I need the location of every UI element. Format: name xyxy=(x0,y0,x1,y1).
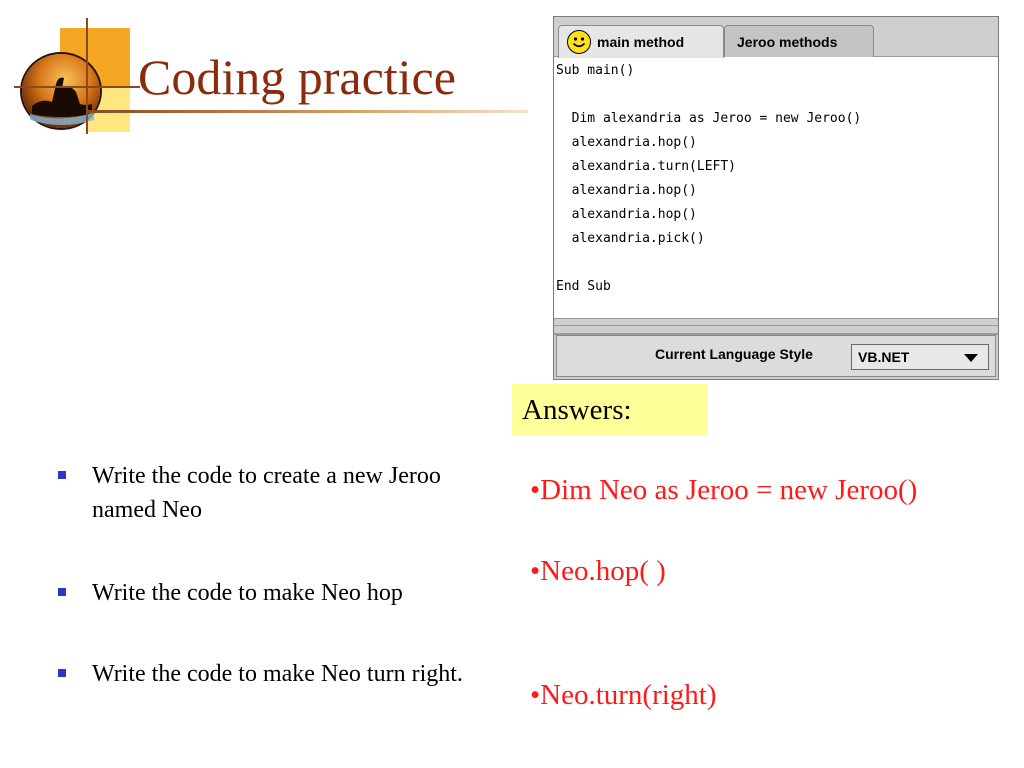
language-style-select[interactable]: VB.NET xyxy=(851,344,989,370)
answer-text: •Neo.hop( ) xyxy=(530,555,666,587)
tab-label: main method xyxy=(597,34,685,50)
code-line: Sub main() xyxy=(556,63,635,78)
code-line: alexandria.hop() xyxy=(556,135,697,150)
tab-jeroo-methods[interactable]: Jeroo methods xyxy=(724,25,874,57)
slide-logo xyxy=(0,0,140,140)
slide-title: Coding practice xyxy=(138,49,456,105)
language-style-value: VB.NET xyxy=(858,349,910,365)
code-line: alexandria.hop() xyxy=(556,207,697,222)
pane-divider[interactable] xyxy=(554,319,998,335)
square-bullet-icon xyxy=(58,588,66,596)
title-underline xyxy=(88,110,528,113)
square-bullet-icon xyxy=(58,669,66,677)
editor-tab-bar: main method Jeroo methods xyxy=(554,17,998,58)
answers-header-box: Answers: xyxy=(512,384,708,436)
code-line: alexandria.hop() xyxy=(556,183,697,198)
jeroo-editor-window: main method Jeroo methods Sub main() Dim… xyxy=(553,16,999,380)
question-text: Write the code to make Neo turn right. xyxy=(92,661,463,687)
divider-groove xyxy=(554,325,998,326)
code-editor[interactable]: Sub main() Dim alexandria as Jeroo = new… xyxy=(554,57,998,319)
code-line: alexandria.pick() xyxy=(556,231,705,246)
tab-label: Jeroo methods xyxy=(737,33,838,50)
code-line: End Sub xyxy=(556,279,611,294)
jeroo-logo-image xyxy=(22,54,100,128)
square-bullet-icon xyxy=(58,471,66,479)
decor-vertical-line xyxy=(86,18,88,134)
decor-horizontal-line xyxy=(14,86,140,88)
dropdown-arrow-icon[interactable] xyxy=(964,354,978,362)
answer-text: •Dim Neo as Jeroo = new Jeroo() xyxy=(530,474,918,506)
answers-header: Answers: xyxy=(522,394,632,426)
code-line: alexandria.turn(LEFT) xyxy=(556,159,737,174)
answer-text: •Neo.turn(right) xyxy=(530,679,717,711)
code-line: Dim alexandria as Jeroo = new Jeroo() xyxy=(556,111,862,126)
language-panel: Current Language Style VB.NET xyxy=(556,335,996,377)
question-text: Write the code to make Neo hop xyxy=(92,580,403,606)
language-style-label: Current Language Style xyxy=(655,346,813,362)
question-text: Write the code to create a new Jeroo nam… xyxy=(92,463,441,523)
smiley-icon xyxy=(567,30,591,54)
tab-main-method[interactable]: main method xyxy=(558,25,724,58)
